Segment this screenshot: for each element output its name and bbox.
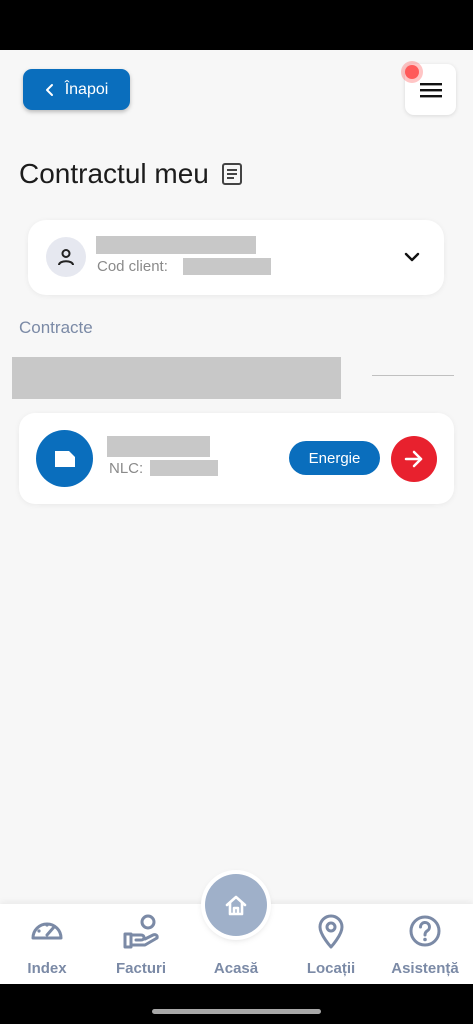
- status-bar: [0, 0, 473, 50]
- home-indicator[interactable]: [152, 1009, 321, 1014]
- nav-item-facturi[interactable]: Facturi: [94, 904, 188, 984]
- arrow-right-icon: [404, 450, 423, 468]
- location-pin-icon: [318, 914, 344, 949]
- nav-label-facturi: Facturi: [115, 960, 166, 977]
- nav-item-index[interactable]: Index: [0, 904, 94, 984]
- back-button[interactable]: Înapoi: [23, 69, 130, 110]
- nav-item-asistenta[interactable]: Asistență: [378, 904, 472, 984]
- client-selector[interactable]: Cod client:: [28, 220, 444, 295]
- hamburger-menu-icon: [419, 82, 442, 97]
- nav-label-asistenta: Asistență: [391, 960, 459, 977]
- client-code-label: Cod client:: [97, 258, 168, 275]
- help-circle-icon: [409, 915, 441, 947]
- contracts-section-label: Contracte: [19, 318, 93, 337]
- nav-label-index: Index: [27, 960, 67, 977]
- redacted-contract-name: [107, 436, 210, 457]
- document-icon[interactable]: [221, 162, 243, 186]
- wallet-icon: [54, 450, 75, 467]
- user-icon: [58, 249, 74, 266]
- contract-card[interactable]: NLC: Energie: [19, 413, 454, 504]
- nlc-label: NLC:: [109, 460, 144, 477]
- notification-dot: [405, 65, 419, 79]
- gauge-icon: [31, 922, 63, 940]
- chevron-down-icon[interactable]: [404, 250, 420, 264]
- redacted-client-code: [183, 258, 271, 275]
- nav-label-acasa: Acasă: [213, 960, 259, 977]
- back-button-label: Înapoi: [64, 80, 109, 98]
- home-button[interactable]: [205, 874, 267, 936]
- chevron-left-icon: [45, 83, 53, 96]
- hand-coin-icon: [123, 914, 159, 949]
- avatar: [46, 237, 86, 277]
- open-contract-button[interactable]: [391, 436, 437, 482]
- redacted-contract-tab[interactable]: [12, 357, 341, 399]
- redacted-nlc-value: [150, 460, 218, 476]
- nav-item-locatii[interactable]: Locații: [284, 904, 378, 984]
- home-icon: [225, 895, 247, 916]
- redacted-client-name: [96, 236, 256, 254]
- nav-label-locatii: Locații: [306, 960, 356, 977]
- tab-divider: [372, 375, 454, 376]
- energy-badge: Energie: [289, 441, 380, 475]
- wallet-icon-circle: [36, 430, 93, 487]
- page-title-text: Contractul meu: [19, 158, 209, 189]
- page-title: Contractul meu: [19, 158, 243, 190]
- system-gesture-bar: [0, 984, 473, 1024]
